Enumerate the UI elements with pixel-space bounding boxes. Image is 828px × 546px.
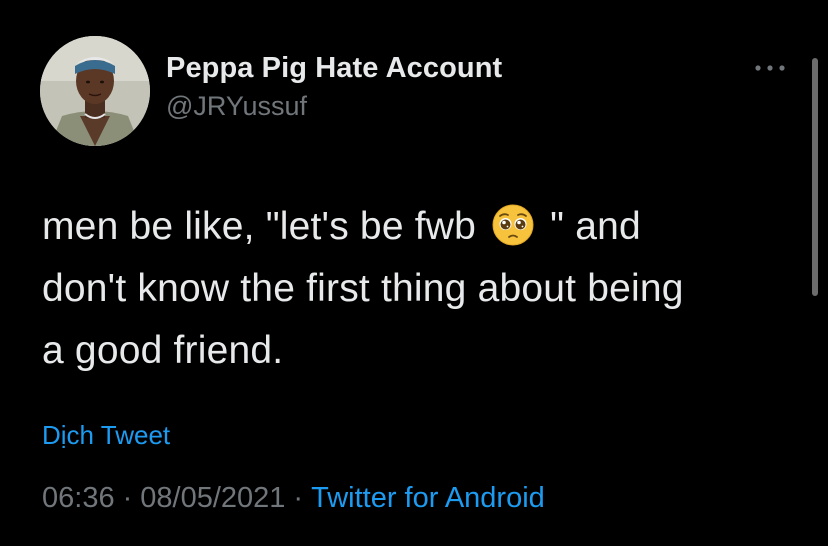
- meta-separator: ·: [293, 482, 304, 514]
- translate-tweet-link[interactable]: Dịch Tweet: [42, 420, 170, 451]
- tweet-text: men be like, "let's be fwb " and don't k…: [42, 196, 802, 382]
- scrollbar[interactable]: [812, 58, 818, 296]
- tweet-text-line: men be like, "let's be fwb " and: [42, 196, 802, 258]
- user-handle[interactable]: @JRYussuf: [166, 91, 307, 122]
- tweet-text-segment: " and: [550, 205, 641, 248]
- avatar-photo-icon: [40, 36, 150, 146]
- tweet-time[interactable]: 06:36: [42, 482, 115, 514]
- meta-separator: ·: [122, 482, 133, 514]
- pleading-face-icon: [491, 203, 535, 247]
- tweet-meta: 06:36 · 08/05/2021 · Twitter for Android: [42, 482, 545, 515]
- avatar[interactable]: [40, 36, 150, 146]
- tweet-source-link[interactable]: Twitter for Android: [311, 482, 545, 514]
- more-options-button[interactable]: [752, 56, 788, 80]
- tweet-date[interactable]: 08/05/2021: [140, 482, 285, 514]
- tweet-text-segment: men be like, "let's be fwb: [42, 205, 477, 248]
- tweet-text-line: a good friend.: [42, 329, 284, 372]
- tweet-text-line: don't know the first thing about being: [42, 267, 684, 310]
- tweet: Peppa Pig Hate Account @JRYussuf men be …: [0, 0, 828, 546]
- more-dots-icon: [755, 65, 785, 71]
- display-name[interactable]: Peppa Pig Hate Account: [166, 52, 502, 85]
